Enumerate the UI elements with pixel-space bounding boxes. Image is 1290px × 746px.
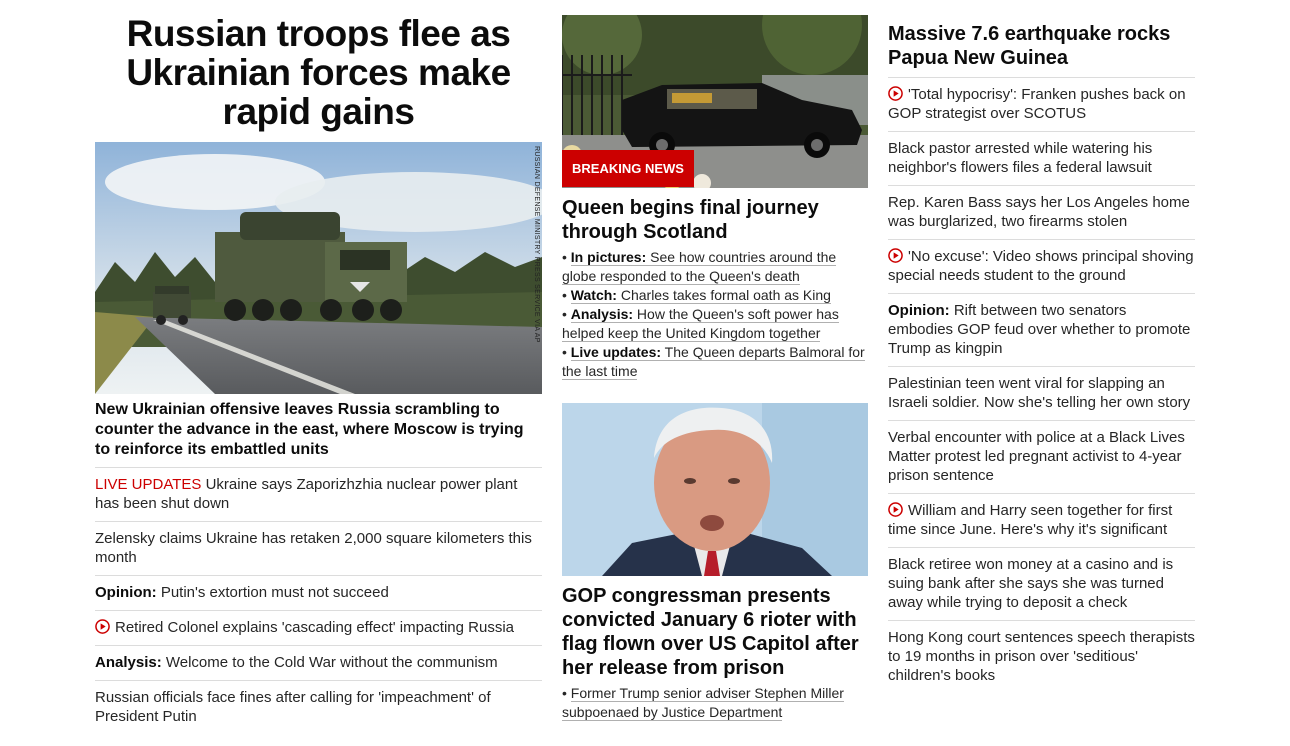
list-item[interactable]: William and Harry seen together for firs…: [888, 493, 1195, 547]
list-item[interactable]: Retired Colonel explains 'cascading effe…: [95, 610, 542, 645]
hero-caption[interactable]: New Ukrainian offensive leaves Russia sc…: [95, 400, 542, 460]
list-item[interactable]: Zelensky claims Ukraine has retaken 2,00…: [95, 521, 542, 575]
list-item[interactable]: Black pastor arrested while watering his…: [888, 131, 1195, 185]
hero-image-military-trucks[interactable]: RUSSIAN DEFENSE MINISTRY PRESS SERVICE V…: [95, 142, 542, 394]
bullet-text: Former Trump senior adviser Stephen Mill…: [562, 685, 844, 721]
list-item[interactable]: Russian officials face fines after calli…: [95, 680, 542, 734]
analysis-label: Analysis:: [95, 654, 162, 671]
story-text: Russian officials face fines after calli…: [95, 689, 491, 725]
story-text: Verbal encounter with police at a Black …: [888, 429, 1185, 484]
bullet-label: In pictures:: [570, 249, 647, 265]
list-item[interactable]: Verbal encounter with police at a Black …: [888, 420, 1195, 493]
queen-headline[interactable]: Queen begins final journey through Scotl…: [562, 196, 868, 244]
queen-bullets: • In pictures: See how countries around …: [562, 248, 868, 381]
earthquake-headline[interactable]: Massive 7.6 earthquake rocks Papua New G…: [888, 22, 1195, 70]
bullet-text: Charles takes formal oath as King: [616, 287, 831, 303]
bullet-item[interactable]: • Live updates: The Queen departs Balmor…: [562, 343, 868, 381]
story-text: 'Total hypocrisy': Franken pushes back o…: [888, 86, 1186, 122]
story-text: 'No excuse': Video shows principal shovi…: [888, 248, 1194, 284]
story-text: Putin's extortion must not succeed: [156, 584, 389, 601]
story-text: Rep. Karen Bass says her Los Angeles hom…: [888, 194, 1190, 230]
headlines-list: 'Total hypocrisy': Franken pushes back o…: [888, 77, 1195, 693]
play-circle-icon: [888, 248, 903, 263]
bullet-label: Analysis:: [570, 306, 634, 322]
story-text: Welcome to the Cold War without the comm…: [161, 654, 498, 671]
list-item[interactable]: 'Total hypocrisy': Franken pushes back o…: [888, 77, 1195, 131]
list-item[interactable]: 'No excuse': Video shows principal shovi…: [888, 239, 1195, 293]
bullet-label: Watch:: [570, 287, 617, 303]
opinion-label: Opinion:: [888, 302, 950, 319]
play-circle-icon: [95, 619, 110, 634]
list-item[interactable]: LIVE UPDATES Ukraine says Zaporizhzhia n…: [95, 467, 542, 521]
story-text: Retired Colonel explains 'cascading effe…: [115, 619, 514, 636]
list-item[interactable]: Opinion: Putin's extortion must not succ…: [95, 575, 542, 610]
list-item[interactable]: Black retiree won money at a casino and …: [888, 547, 1195, 620]
bullet-label: Live updates:: [570, 344, 662, 360]
congressman-portrait-image[interactable]: [562, 403, 868, 576]
image-credit: RUSSIAN DEFENSE MINISTRY PRESS SERVICE V…: [533, 146, 540, 343]
story-text: Zelensky claims Ukraine has retaken 2,00…: [95, 530, 532, 566]
list-item[interactable]: Opinion: Rift between two senators embod…: [888, 293, 1195, 366]
hero-image-graphic: [95, 142, 542, 394]
bullet-item[interactable]: • Watch: Charles takes formal oath as Ki…: [562, 286, 868, 305]
list-item[interactable]: Rep. Karen Bass says her Los Angeles hom…: [888, 185, 1195, 239]
live-updates-label: LIVE UPDATES: [95, 476, 202, 493]
bullet-item[interactable]: • Former Trump senior adviser Stephen Mi…: [562, 684, 868, 722]
related-stories-list: LIVE UPDATES Ukraine says Zaporizhzhia n…: [95, 467, 542, 734]
story-text: Black pastor arrested while watering his…: [888, 140, 1153, 176]
list-item[interactable]: Analysis: Welcome to the Cold War withou…: [95, 645, 542, 680]
bullet-item[interactable]: • Analysis: How the Queen's soft power h…: [562, 305, 868, 343]
list-item[interactable]: Palestinian teen went viral for slapping…: [888, 366, 1195, 420]
story-text: William and Harry seen together for firs…: [888, 502, 1173, 538]
story-text: Palestinian teen went viral for slapping…: [888, 375, 1191, 411]
bullet-item[interactable]: • In pictures: See how countries around …: [562, 248, 868, 286]
story-text: Hong Kong court sentences speech therapi…: [888, 629, 1195, 684]
list-item[interactable]: Hong Kong court sentences speech therapi…: [888, 620, 1195, 693]
lead-headline[interactable]: Russian troops flee as Ukrainian forces …: [95, 14, 542, 131]
play-circle-icon: [888, 86, 903, 101]
story-text: Black retiree won money at a casino and …: [888, 556, 1174, 611]
opinion-label: Opinion:: [95, 584, 157, 601]
play-circle-icon: [888, 502, 903, 517]
breaking-news-badge: BREAKING NEWS: [562, 150, 694, 187]
portrait-image-graphic: [562, 403, 868, 576]
gop-headline[interactable]: GOP congressman presents convicted Janua…: [562, 584, 868, 680]
